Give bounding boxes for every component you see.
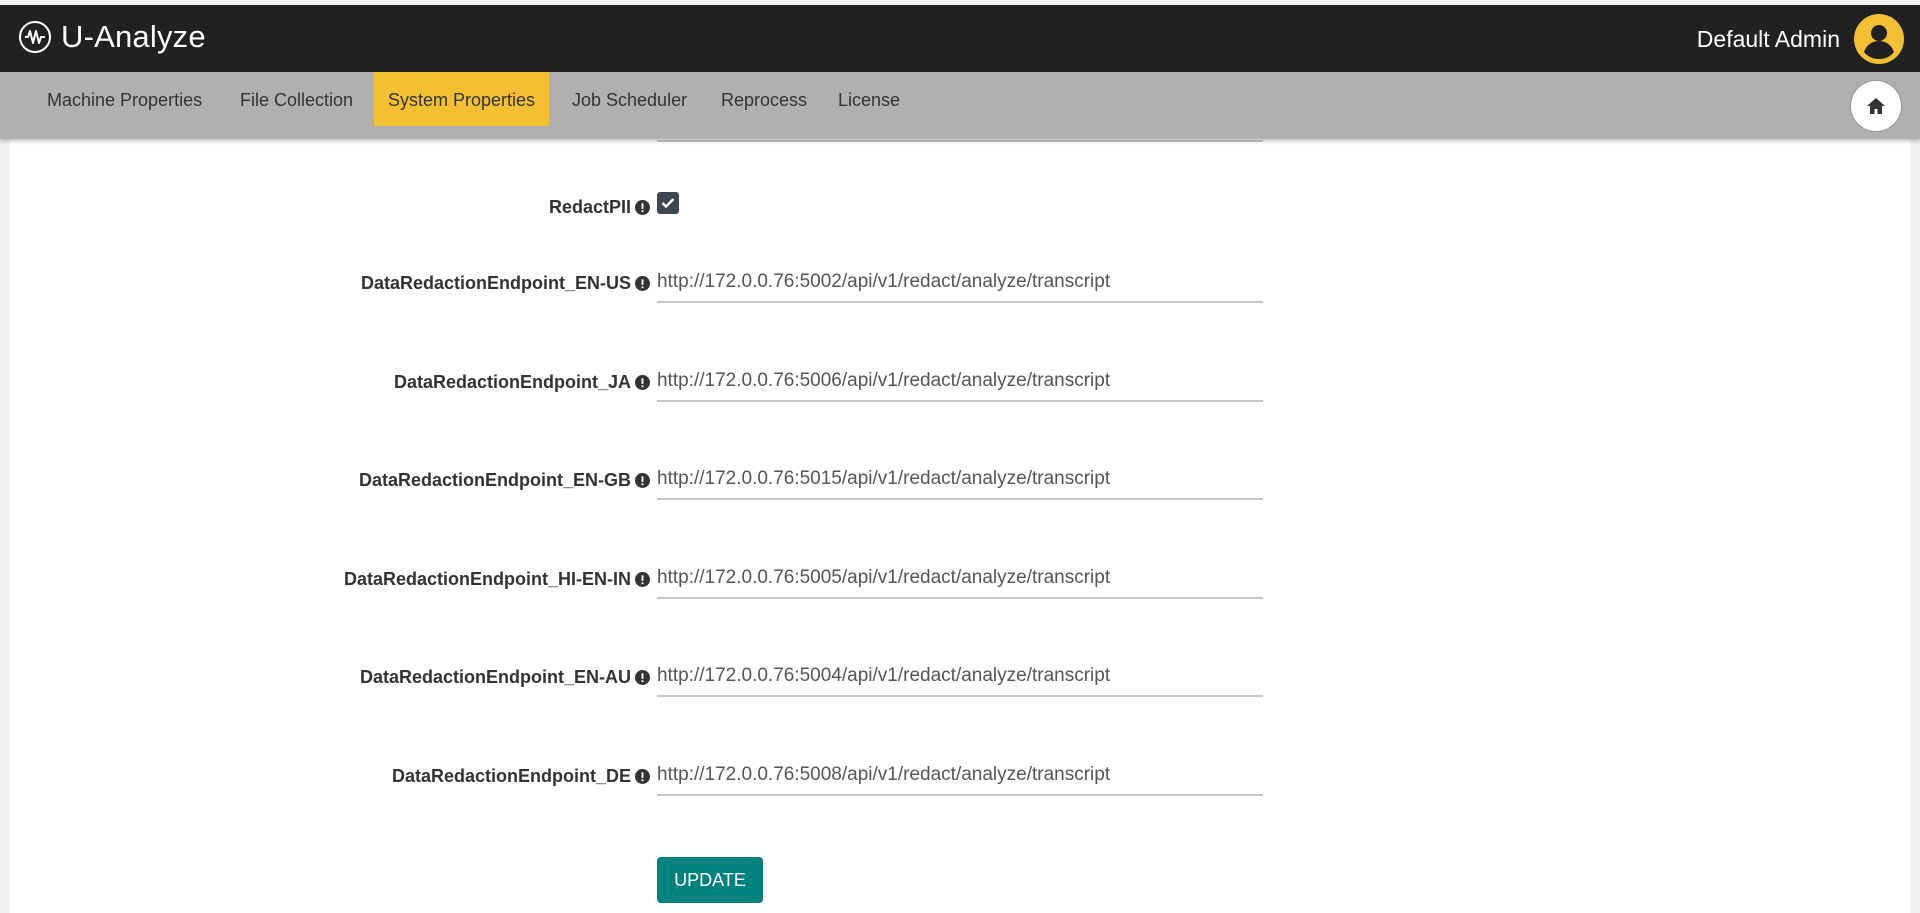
endpoint-input-ja[interactable]: [657, 370, 1263, 400]
setting-label: DataRedactionEndpoint_EN-GB: [359, 470, 650, 491]
setting-label-text: DataRedactionEndpoint_EN-US: [360, 273, 631, 293]
user-name: Default Admin: [1696, 25, 1840, 52]
info-icon[interactable]: [635, 572, 650, 587]
endpoint-input-hi-en-in[interactable]: [657, 567, 1263, 597]
endpoint-input-en-au[interactable]: [657, 665, 1263, 695]
tab-file-collection[interactable]: File Collection: [226, 72, 367, 126]
checkmark-icon: [661, 198, 675, 209]
setting-label: DataRedactionEndpoint_EN-AU: [360, 667, 650, 688]
setting-label: DataRedactionEndpoint_JA: [394, 372, 650, 393]
app-header: U-Analyze Default Admin: [0, 5, 1920, 72]
setting-label-text: DataRedactionEndpoint_JA: [393, 372, 631, 392]
setting-label-text: DataRedactionEndpoint_HI-EN-IN: [343, 569, 631, 589]
system-properties-panel: RedactPII DataRedactionEndpoint_EN-US Da…: [10, 139, 1910, 913]
endpoint-field[interactable]: [657, 764, 1263, 796]
app-title: U-Analyze: [61, 19, 206, 54]
redactpii-checkbox[interactable]: [657, 192, 679, 214]
info-icon[interactable]: [635, 473, 650, 488]
info-icon[interactable]: [635, 375, 650, 390]
tab-reprocess[interactable]: Reprocess: [707, 72, 821, 126]
setting-label-text: RedactPII: [548, 197, 631, 217]
endpoint-field[interactable]: [657, 468, 1263, 500]
endpoint-input-en-us[interactable]: [657, 271, 1263, 301]
info-icon[interactable]: [635, 276, 650, 291]
user-menu[interactable]: Default Admin: [1697, 14, 1904, 64]
tab-license[interactable]: License: [824, 72, 914, 126]
endpoint-field[interactable]: [657, 370, 1263, 402]
home-button[interactable]: [1850, 80, 1902, 132]
endpoint-field[interactable]: [657, 567, 1263, 599]
waveform-circle-icon: [19, 21, 51, 53]
setting-label: DataRedactionEndpoint_HI-EN-IN: [344, 569, 650, 590]
endpoint-input-de[interactable]: [657, 764, 1263, 794]
setting-label: RedactPII: [549, 197, 650, 218]
previous-field-underline: [657, 140, 1263, 142]
home-icon: [1867, 98, 1885, 114]
setting-label-text: DataRedactionEndpoint_EN-GB: [358, 470, 631, 490]
endpoint-field[interactable]: [657, 271, 1263, 303]
info-icon[interactable]: [635, 200, 650, 215]
tab-system-properties[interactable]: System Properties: [374, 72, 550, 126]
endpoint-field[interactable]: [657, 665, 1263, 697]
setting-label: DataRedactionEndpoint_EN-US: [361, 273, 650, 294]
setting-label-text: DataRedactionEndpoint_DE: [391, 766, 631, 786]
tab-machine-properties[interactable]: Machine Properties: [33, 72, 216, 126]
update-button[interactable]: UPDATE: [657, 857, 763, 903]
tab-job-scheduler[interactable]: Job Scheduler: [558, 72, 701, 126]
info-icon[interactable]: [635, 769, 650, 784]
setting-label: DataRedactionEndpoint_DE: [392, 766, 650, 787]
user-avatar-icon[interactable]: [1854, 14, 1904, 64]
info-icon[interactable]: [635, 670, 650, 685]
tab-bar: Machine Properties File Collection Syste…: [0, 72, 1920, 139]
setting-label-text: DataRedactionEndpoint_EN-AU: [359, 667, 631, 687]
app-logo[interactable]: U-Analyze: [18, 19, 206, 55]
endpoint-input-en-gb[interactable]: [657, 468, 1263, 498]
